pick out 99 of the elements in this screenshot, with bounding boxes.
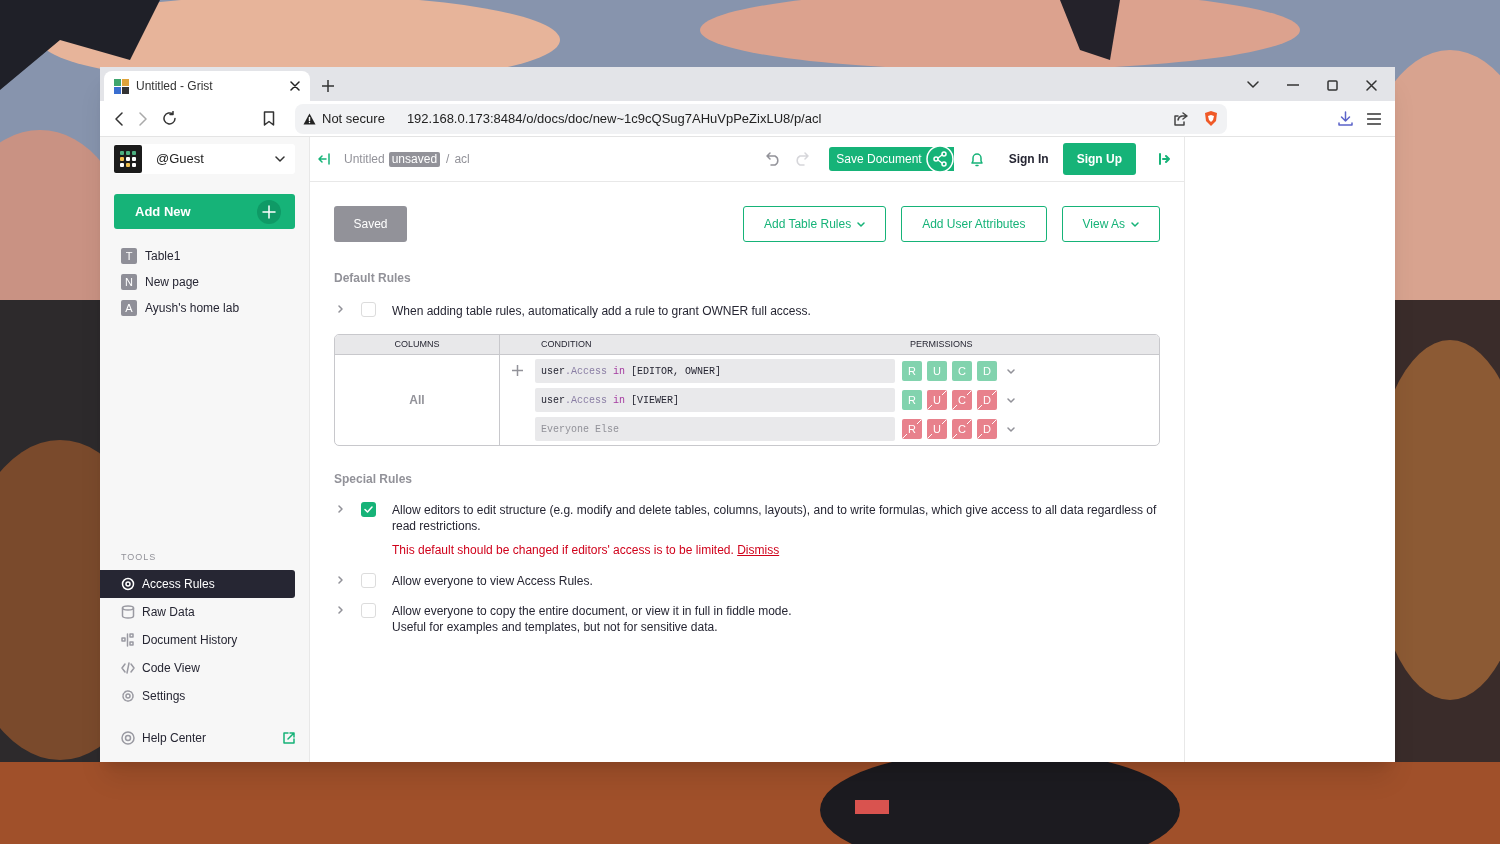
share-icon[interactable] [1174,111,1189,126]
logout-icon[interactable] [1158,153,1170,165]
workspace-name: @Guest [156,150,205,169]
page-name: acl [454,151,470,168]
action-button[interactable]: Add User Attributes [901,206,1047,242]
grid-logo-icon [114,78,129,94]
page-initial: T [121,248,137,264]
permission-toggle[interactable]: R [902,361,922,381]
address-bar[interactable]: Not secure 192.168.0.173:8484/o/docs/doc/new~1c9cQSug7AHuVpPeZixLU8/p/acl [295,103,1227,134]
page-item[interactable]: N New page [121,273,288,291]
bookmark-icon[interactable] [263,111,275,126]
action-button[interactable]: Add Table Rules [742,206,887,242]
eye-icon [121,577,135,591]
permission-toggle[interactable]: U [927,390,947,410]
checkbox[interactable] [361,603,376,618]
tool-item[interactable]: Code View [100,654,295,682]
close-icon[interactable] [1366,80,1377,91]
maximize-icon[interactable] [1327,80,1338,91]
add-new-button[interactable]: Add New [114,194,295,229]
permission-toggle[interactable]: D [977,419,997,439]
chevron-down-icon[interactable] [1247,81,1259,89]
chevron-right-icon[interactable] [338,305,343,313]
tool-item[interactable]: Settings [100,682,295,710]
chevron-right-icon[interactable] [338,576,343,584]
permission-toggle[interactable]: U [927,419,947,439]
reload-icon[interactable] [162,111,177,126]
section-heading: TOOLS [121,550,158,564]
page-name: Ayush's home lab [145,300,240,317]
plus-icon[interactable] [512,365,523,376]
forward-icon[interactable] [138,111,148,126]
warning-message: This default should be changed if editors' access is to be limited. Dismiss [392,542,781,559]
rule-description: Allow editors to edit structure (e.g. modify and delete tables, columns, layouts), and to write formulas, which give access to all data regardless of read restrictions. [392,502,1158,534]
page-initial: A [121,300,137,316]
table-cell: All [335,355,500,445]
chevron-right-icon[interactable] [338,606,343,614]
undo-icon[interactable] [766,152,782,166]
chevron-down-icon [275,156,285,162]
column-header: CONDITION [540,337,593,351]
security-label: Not secure [322,109,385,128]
sign-in-button[interactable]: Sign In [1008,150,1049,168]
breadcrumb-separator: / [446,151,450,168]
bell-icon[interactable] [969,151,984,167]
code-icon [121,661,135,675]
new-tab-icon[interactable] [322,80,334,92]
tab-title: Untitled - Grist [136,78,214,95]
tool-item[interactable]: Access Rules [100,570,295,598]
grid-logo-icon [114,145,142,173]
rule-description: When adding table rules, automatically add a rule to grant OWNER full access. [392,303,811,320]
permission-toggle[interactable]: D [977,361,997,381]
database-icon [121,605,135,619]
rule-description: Allow everyone to copy the entire document, or view it in full in fiddle mode. [392,603,793,619]
permission-toggle[interactable]: D [977,390,997,410]
tool-item[interactable]: Raw Data [100,598,295,626]
download-icon[interactable] [1338,111,1353,126]
browser-tab[interactable]: Untitled - Grist [104,71,310,101]
chevron-right-icon[interactable] [338,505,343,513]
warning-icon [303,112,316,125]
sign-up-button[interactable]: Sign Up [1062,143,1136,175]
page-item[interactable]: T Table1 [121,247,288,265]
page-initial: N [121,274,137,290]
dismiss-link[interactable]: Dismiss [737,543,780,557]
document-name[interactable]: Untitled [344,150,385,168]
condition-field[interactable]: user.Access in [EDITOR, OWNER] [535,359,895,383]
permission-toggle[interactable]: C [952,390,972,410]
shield-lion-icon[interactable] [1203,110,1219,127]
checkbox[interactable] [361,573,376,588]
unsaved-badge: unsaved [388,151,441,167]
saved-button[interactable]: Saved [334,206,407,242]
checkbox[interactable] [361,502,376,517]
permission-toggle[interactable]: R [902,390,922,410]
url-text: 192.168.0.173:8484/o/docs/doc/new~1c9cQSug7AHuVpPeZixLU8/p/acl [406,109,823,128]
action-button[interactable]: View As [1061,206,1160,242]
help-center-link[interactable]: Help Center [100,726,295,750]
section-heading: Special Rules [334,471,414,488]
collapse-panel-icon[interactable] [318,153,330,165]
permission-toggle[interactable]: U [927,361,947,381]
permission-toggle[interactable]: C [952,419,972,439]
close-icon[interactable] [290,81,300,91]
column-header: COLUMNS [335,335,500,354]
checkbox[interactable] [361,302,376,317]
permission-toggle[interactable]: C [952,361,972,381]
section-heading: Default Rules [334,270,412,287]
page-name: Table1 [145,248,181,265]
check-icon [364,506,373,513]
condition-field[interactable]: Everyone Else [535,417,895,441]
rule-description: Useful for examples and templates, but not for sensitive data. [392,619,719,635]
tool-item[interactable]: Document History [100,626,295,654]
column-header: PERMISSIONS [909,337,973,351]
permission-toggle[interactable]: R [902,419,922,439]
rule-description: Allow everyone to view Access Rules. [392,573,594,589]
menu-icon[interactable] [1367,112,1381,125]
workspace-selector[interactable]: @Guest [114,144,295,174]
page-item[interactable]: A Ayush's home lab [121,299,288,317]
external-link-icon [283,732,295,744]
page-name: New page [145,274,200,291]
lifebuoy-icon [121,731,135,745]
condition-field[interactable]: user.Access in [VIEWER] [535,388,895,412]
plus-icon [257,199,281,224]
back-icon[interactable] [114,111,124,126]
